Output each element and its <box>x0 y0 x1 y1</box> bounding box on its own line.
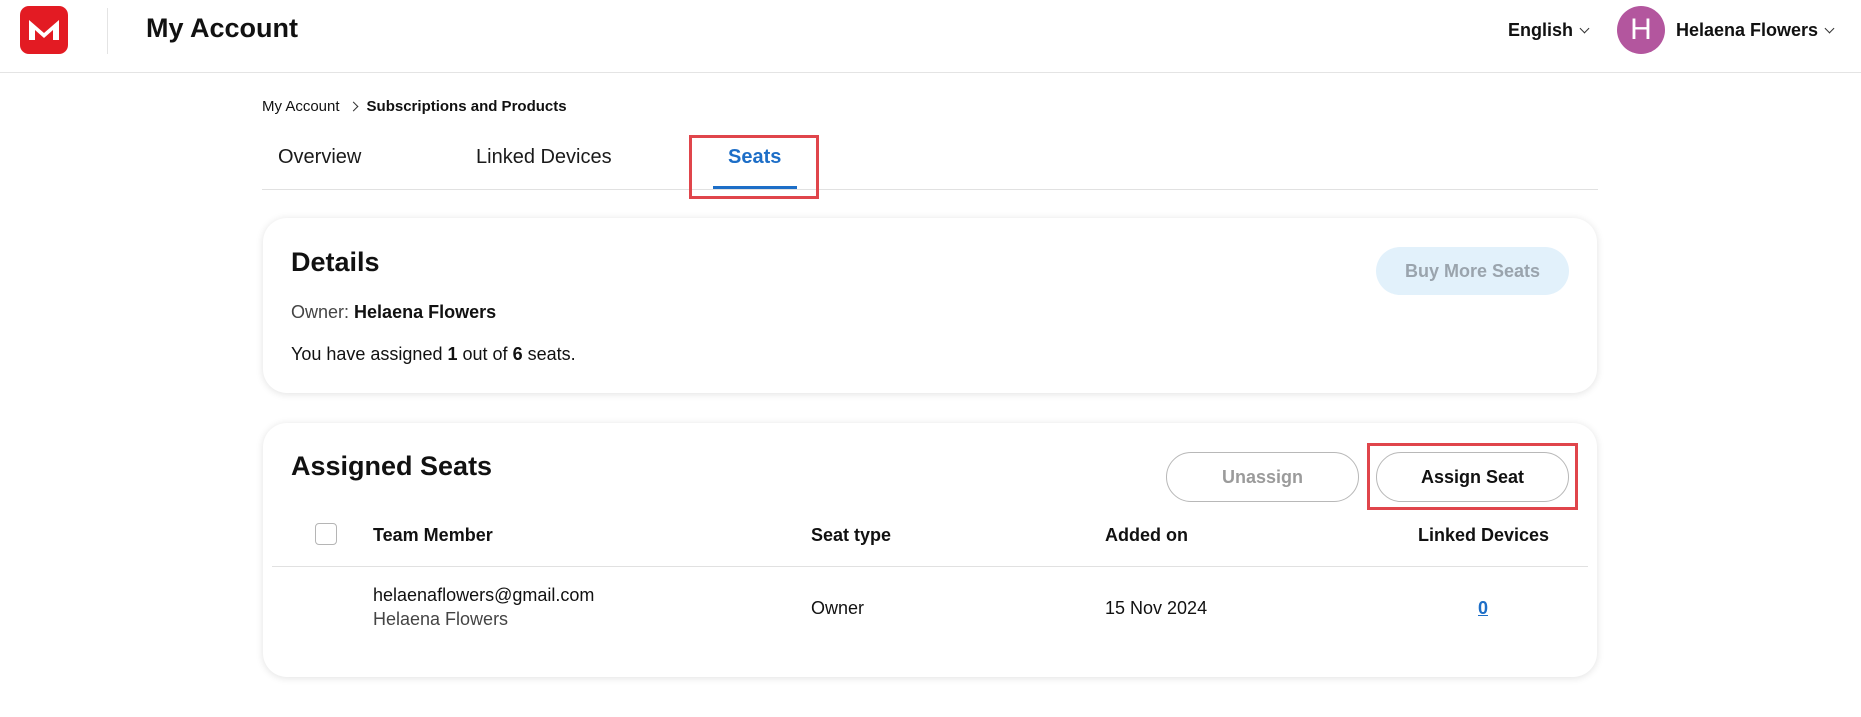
total-seats: 6 <box>512 344 523 364</box>
unassign-button[interactable]: Unassign <box>1166 452 1359 502</box>
seats-tab-highlight <box>689 135 819 199</box>
top-bar: My Account English H Helaena Flowers <box>0 0 1861 73</box>
seats-summary-mid: out of <box>462 344 508 364</box>
user-menu[interactable]: Helaena Flowers <box>1676 20 1835 41</box>
breadcrumb-current: Subscriptions and Products <box>366 98 567 115</box>
chevron-right-icon <box>348 101 358 112</box>
page-title: My Account <box>146 13 299 43</box>
added-on-value: 15 Nov 2024 <box>1105 598 1208 618</box>
assigned-seats-title: Assigned Seats <box>291 451 493 481</box>
user-name: Helaena Flowers <box>1676 20 1819 40</box>
chevron-down-icon <box>1824 23 1835 34</box>
avatar[interactable]: H <box>1617 6 1665 54</box>
chevron-down-icon <box>1579 23 1590 34</box>
tab-overview[interactable]: Overview <box>278 146 361 169</box>
buy-more-seats-button[interactable]: Buy More Seats <box>1376 247 1569 295</box>
tab-linked-devices[interactable]: Linked Devices <box>476 146 612 169</box>
seats-summary: You have assigned 1 out of 6 seats. <box>291 344 576 365</box>
owner-name: Helaena Flowers <box>354 302 497 322</box>
tab-bar: Overview Linked Devices Seats <box>262 130 1598 190</box>
m-logo-icon[interactable] <box>20 6 68 54</box>
breadcrumb-root-link[interactable]: My Account <box>262 98 340 115</box>
language-selector[interactable]: English <box>1508 20 1590 41</box>
column-header-linked-devices[interactable]: Linked Devices <box>1418 525 1549 546</box>
breadcrumb: My Account Subscriptions and Products <box>262 98 567 115</box>
linked-devices-link[interactable]: 0 <box>1478 598 1488 619</box>
owner-label: Owner: <box>291 302 350 322</box>
header-divider <box>107 8 108 54</box>
select-all-checkbox[interactable] <box>315 523 337 545</box>
column-header-team-member[interactable]: Team Member <box>373 525 493 546</box>
language-label: English <box>1508 20 1574 40</box>
assigned-count: 1 <box>447 344 458 364</box>
seats-summary-prefix: You have assigned <box>291 344 443 364</box>
member-email: helaenaflowers@gmail.com <box>373 585 595 605</box>
column-header-added-on[interactable]: Added on <box>1105 525 1188 546</box>
seats-summary-suffix: seats. <box>527 344 576 364</box>
assign-seat-highlight <box>1367 443 1578 510</box>
column-header-seat-type[interactable]: Seat type <box>811 525 891 546</box>
member-name: Helaena Flowers <box>373 609 509 629</box>
owner-line: Owner: Helaena Flowers <box>291 302 496 323</box>
details-title: Details <box>291 247 380 277</box>
seat-type-value: Owner <box>811 598 865 618</box>
table-divider <box>272 566 1588 567</box>
details-card: Details Buy More Seats Owner: Helaena Fl… <box>263 218 1597 393</box>
